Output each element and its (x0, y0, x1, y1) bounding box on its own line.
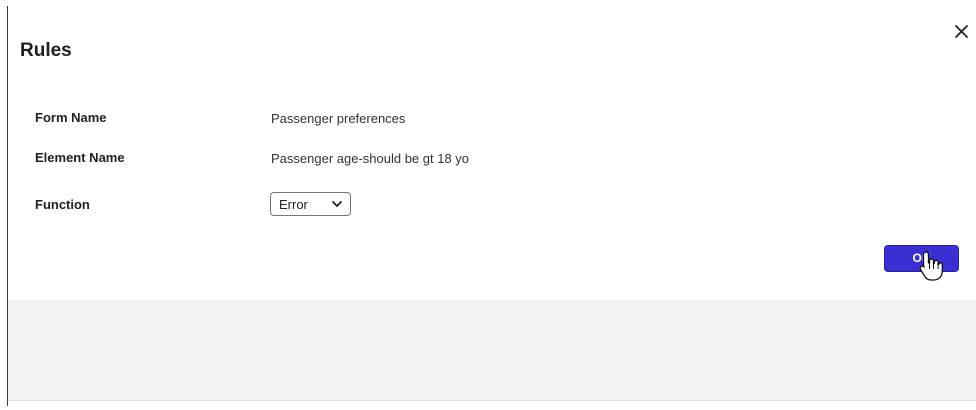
form-name-value: Passenger preferences (271, 111, 406, 126)
function-label: Function (35, 197, 90, 212)
element-name-label: Element Name (35, 150, 125, 165)
close-button[interactable] (952, 22, 972, 42)
close-icon (955, 25, 968, 38)
element-name-value: Passenger age-should be gt 18 yo (271, 151, 470, 166)
chevron-down-icon (332, 201, 342, 207)
hand-pointer-icon (919, 251, 943, 281)
dialog-title: Rules (20, 40, 72, 61)
form-name-label: Form Name (35, 110, 107, 125)
dialog-bottom-divider (8, 400, 976, 401)
function-select-value: Error (279, 197, 308, 212)
function-select[interactable]: Error (270, 192, 351, 216)
dialog-footer (8, 300, 976, 400)
rules-dialog: Rules Form Name Passenger preferences El… (0, 0, 976, 410)
